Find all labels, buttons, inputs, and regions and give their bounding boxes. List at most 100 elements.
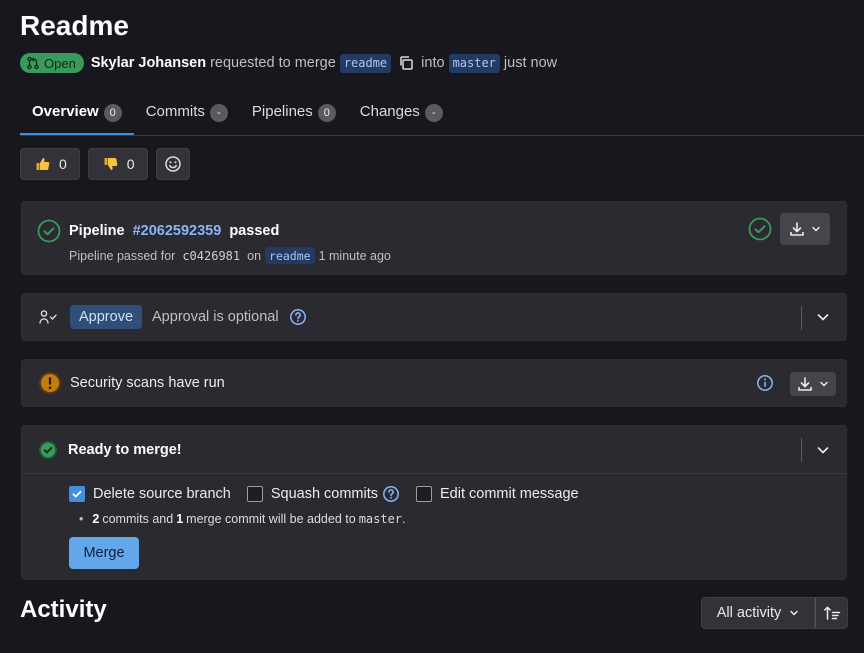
pipeline-branch[interactable]: readme [265, 247, 315, 264]
squash-commits-checkbox[interactable]: Squash commits [246, 485, 400, 503]
security-widget: Security scans have run [21, 359, 847, 407]
reactions: 0 0 [20, 148, 190, 180]
tab-bar: Overview 0 Commits - Pipelines 0 Changes… [20, 96, 864, 136]
thumbs-up-count: 0 [59, 156, 67, 172]
approval-row: Approve Approval is optional [22, 294, 846, 340]
pipeline-actions [748, 213, 830, 245]
merge-commit-note: • 2 commits and 1 merge commit will be a… [79, 512, 406, 526]
help-icon[interactable] [289, 308, 307, 326]
commit-sha-link[interactable]: c0426981 [182, 249, 240, 263]
thumbs-up-icon [35, 156, 51, 172]
tab-label: Changes [359, 103, 420, 120]
checkbox-unchecked[interactable] [416, 486, 433, 502]
status-success-icon [38, 440, 58, 460]
pipeline-time: 1 minute ago [318, 248, 391, 263]
info-icon[interactable] [756, 374, 774, 392]
merge-button[interactable]: Merge [69, 537, 139, 569]
thumbs-down-count: 0 [126, 156, 135, 172]
tab-label: Commits [145, 103, 205, 120]
expand-merge-details-button[interactable] [800, 426, 846, 473]
expand-approvals-button[interactable] [800, 294, 846, 340]
checkbox-unchecked[interactable] [246, 486, 263, 502]
pipeline-status-text: passed [229, 223, 280, 239]
checkbox-checked[interactable] [69, 486, 85, 502]
security-download-dropdown[interactable] [790, 372, 836, 396]
chevron-down-icon [819, 379, 829, 389]
pipeline-stage-success-icon[interactable] [748, 217, 772, 241]
thumbs-down-icon [103, 156, 119, 172]
edit-commit-message-checkbox[interactable]: Edit commit message [416, 486, 579, 502]
help-icon[interactable] [382, 485, 400, 503]
note-text-2: merge commit will be added to [186, 512, 356, 526]
target-branch[interactable]: master [448, 53, 500, 73]
sort-icon [823, 605, 841, 621]
approve-button[interactable]: Approve [70, 305, 143, 329]
merge-header-row: Ready to merge! [22, 426, 846, 473]
pipeline-id-link[interactable]: #2062592359 [133, 223, 222, 239]
merge-commit-count: 1 [176, 512, 184, 526]
status-badge: Open [20, 53, 84, 73]
approval-user-icon [38, 309, 60, 325]
chevron-down-icon [789, 608, 799, 618]
chevron-down-icon [816, 443, 830, 457]
tab-label: Overview [32, 103, 99, 120]
checkbox-label: Squash commits [270, 486, 379, 502]
chevron-down-icon [816, 310, 830, 324]
security-text: Security scans have run [70, 375, 225, 391]
activity-filter-label: All activity [716, 605, 782, 621]
pipeline-header: Pipeline #2062592359 passed [37, 219, 279, 243]
add-reaction-button[interactable] [155, 148, 190, 180]
tab-count: 0 [103, 104, 122, 122]
note-text-1: commits and [102, 512, 174, 526]
into-text: into [421, 55, 445, 71]
security-row: Security scans have run [22, 360, 846, 406]
commit-count: 2 [92, 512, 100, 526]
pipeline-widget: Pipeline #2062592359 passed Pipeline pas… [21, 201, 847, 275]
checkbox-label: Delete source branch [93, 486, 231, 502]
tab-overview[interactable]: Overview 0 [20, 96, 134, 135]
status-label: Open [44, 55, 76, 71]
merge-status-title: Ready to merge! [68, 441, 182, 458]
tab-commits[interactable]: Commits - [134, 96, 240, 135]
tab-pipelines[interactable]: Pipelines 0 [240, 96, 348, 135]
download-icon [797, 376, 813, 392]
download-artifacts-dropdown[interactable] [780, 213, 830, 245]
tab-label: Pipelines [251, 103, 313, 120]
activity-filter-dropdown[interactable]: All activity [701, 597, 815, 629]
source-branch[interactable]: readme [339, 53, 392, 73]
merge-request-icon [26, 56, 40, 70]
tab-count: 0 [317, 104, 336, 122]
merge-widget: Ready to merge! Delete source branch Squ… [21, 425, 847, 580]
delete-source-branch-checkbox[interactable]: Delete source branch [69, 486, 231, 502]
action-text: requested to merge [210, 55, 336, 71]
activity-heading: Activity [20, 596, 107, 623]
download-icon [789, 221, 805, 237]
page-title: Readme [20, 10, 129, 41]
tab-changes[interactable]: Changes - [348, 96, 455, 135]
merge-header: Ready to merge! [22, 426, 846, 474]
thumbs-down-button[interactable]: 0 [87, 148, 148, 180]
bullet: • [79, 512, 84, 526]
note-target-branch: master [358, 512, 403, 526]
tab-count: - [209, 104, 228, 122]
checkbox-label: Edit commit message [440, 486, 579, 502]
merge-options: Delete source branch Squash commits Edit… [69, 485, 579, 503]
note-end: . [402, 512, 406, 526]
approval-text: Approval is optional [152, 309, 279, 325]
merge-request-meta: Open Skylar Johansen requested to merge … [20, 52, 557, 74]
copy-icon[interactable] [398, 55, 414, 71]
approval-widget: Approve Approval is optional [21, 293, 847, 341]
smiley-icon [164, 155, 182, 173]
sort-order-button[interactable] [815, 597, 848, 629]
status-success-icon[interactable] [37, 219, 61, 243]
pipeline-subtitle: Pipeline passed for c0426981 on readme 1… [69, 247, 391, 264]
time-ago: just now [503, 55, 558, 71]
chevron-down-icon [811, 224, 821, 234]
warning-icon [38, 371, 62, 395]
pipeline-sub-prefix: Pipeline passed for [69, 248, 176, 263]
pipeline-on-text: on [247, 248, 262, 263]
author-name[interactable]: Skylar Johansen [91, 55, 206, 71]
pipeline-label: Pipeline [69, 223, 125, 239]
thumbs-up-button[interactable]: 0 [20, 148, 80, 180]
tab-count: - [424, 104, 443, 122]
